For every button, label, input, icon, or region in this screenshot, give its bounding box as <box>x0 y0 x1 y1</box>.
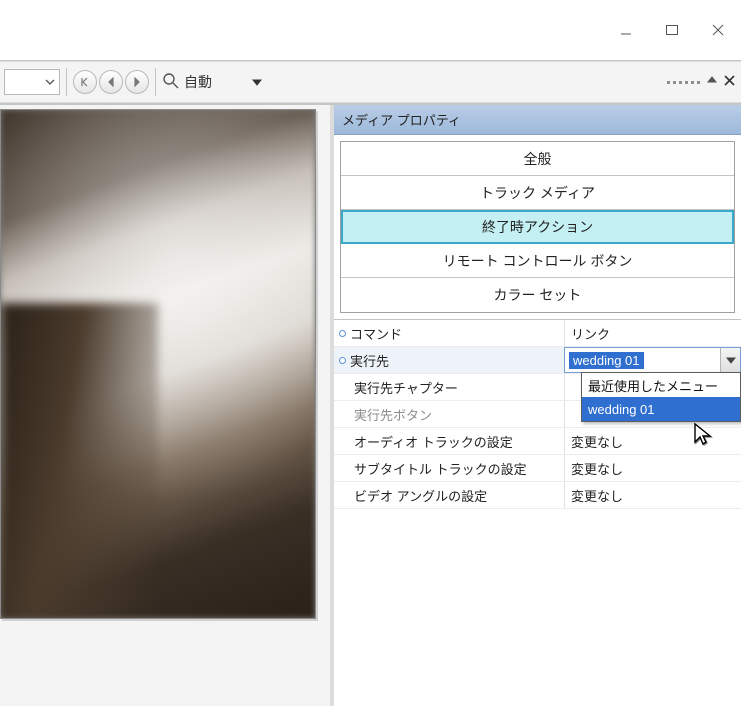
bullet-spacer <box>334 428 350 454</box>
property-row-subtitle-track[interactable]: サブタイトル トラックの設定 変更なし <box>334 455 741 482</box>
dropdown-option[interactable]: 最近使用したメニュー <box>582 373 740 397</box>
category-general[interactable]: 全般 <box>341 142 734 176</box>
property-value[interactable]: 変更なし <box>564 455 741 481</box>
destination-selected: wedding 01 <box>569 352 644 369</box>
property-grid: コマンド リンク 実行先 wedding 01 実行先チャプター <box>334 319 741 509</box>
bullet-icon <box>334 347 350 373</box>
main-area: メディア プロパティ 全般 トラック メディア 終了時アクション リモート コン… <box>0 103 741 706</box>
dropdown-option[interactable]: wedding 01 <box>582 397 740 421</box>
bullet-spacer <box>334 401 350 427</box>
bullet-spacer <box>334 482 350 508</box>
category-color-set[interactable]: カラー セット <box>341 278 734 312</box>
property-label: 実行先 <box>350 347 564 373</box>
destination-dropdown[interactable]: 最近使用したメニュー wedding 01 <box>581 372 741 422</box>
toolbar-separator <box>155 68 156 96</box>
properties-blank-area <box>334 509 741 706</box>
nav-next-button[interactable] <box>125 70 149 94</box>
bullet-spacer <box>334 455 350 481</box>
property-row-destination[interactable]: 実行先 wedding 01 <box>334 347 741 374</box>
preview-image <box>1 110 315 618</box>
window-minimize-button[interactable] <box>603 10 649 50</box>
property-label: ビデオ アングルの設定 <box>350 482 564 508</box>
property-label: コマンド <box>350 320 564 346</box>
property-row-audio-track[interactable]: オーディオ トラックの設定 変更なし <box>334 428 741 455</box>
preview-pane <box>0 105 330 706</box>
property-row-command[interactable]: コマンド リンク <box>334 320 741 347</box>
toolbar-separator <box>66 68 67 96</box>
property-value[interactable]: リンク <box>564 320 741 346</box>
toolbar: 自動 <box>0 61 741 103</box>
category-list: 全般 トラック メディア 終了時アクション リモート コントロール ボタン カラ… <box>340 141 735 313</box>
properties-panel-title: メディア プロパティ <box>334 105 741 135</box>
toolbar-dropdown[interactable] <box>4 69 60 95</box>
category-remote-buttons[interactable]: リモート コントロール ボタン <box>341 244 734 278</box>
zoom-label[interactable]: 自動 <box>184 72 212 92</box>
mouse-cursor-icon <box>693 422 715 453</box>
window-maximize-button[interactable] <box>649 10 695 50</box>
property-label: 実行先チャプター <box>350 374 564 400</box>
property-value[interactable]: 変更なし <box>564 482 741 508</box>
panel-grip-icon[interactable] <box>667 81 700 84</box>
magnifier-icon <box>162 72 180 93</box>
bullet-spacer <box>334 374 350 400</box>
property-label: 実行先ボタン <box>350 401 564 427</box>
nav-first-button[interactable] <box>73 70 97 94</box>
property-label: サブタイトル トラックの設定 <box>350 455 564 481</box>
bullet-icon <box>334 320 350 346</box>
category-end-action[interactable]: 終了時アクション <box>341 210 734 244</box>
panel-collapse-icon[interactable] <box>706 73 718 91</box>
combo-dropdown-button[interactable] <box>720 348 740 372</box>
nav-prev-button[interactable] <box>99 70 123 94</box>
destination-combo[interactable]: wedding 01 <box>564 347 741 373</box>
zoom-dropdown-icon[interactable] <box>252 74 262 90</box>
property-row-video-angle[interactable]: ビデオ アングルの設定 変更なし <box>334 482 741 509</box>
preview-thumbnail[interactable] <box>0 109 316 619</box>
category-track-media[interactable]: トラック メディア <box>341 176 734 210</box>
window-titlebar <box>0 0 741 60</box>
panel-close-icon[interactable] <box>724 73 735 91</box>
property-label: オーディオ トラックの設定 <box>350 428 564 454</box>
window-close-button[interactable] <box>695 10 741 50</box>
properties-panel: メディア プロパティ 全般 トラック メディア 終了時アクション リモート コン… <box>330 105 741 706</box>
